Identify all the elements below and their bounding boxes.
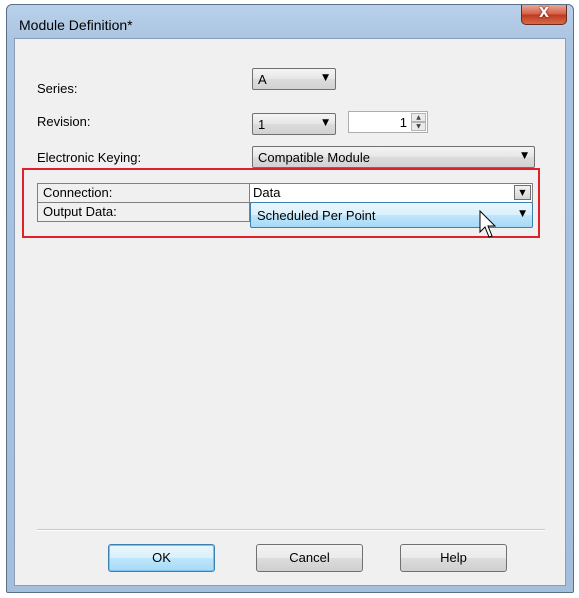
- help-button[interactable]: Help: [400, 544, 507, 572]
- cancel-button[interactable]: Cancel: [256, 544, 363, 572]
- electronic-keying-label: Electronic Keying:: [37, 150, 142, 165]
- revision-major-value: 1: [258, 117, 266, 132]
- close-button[interactable]: X: [521, 5, 567, 25]
- series-value: A: [258, 72, 267, 87]
- revision-minor-value: 1: [399, 115, 407, 130]
- chevron-down-icon: ▼: [322, 118, 329, 128]
- electronic-keying-dropdown[interactable]: Compatible Module ▼: [252, 146, 535, 168]
- spinner-buttons: ▲ ▼: [411, 113, 426, 131]
- revision-label: Revision:: [37, 114, 91, 129]
- button-separator: [37, 529, 545, 531]
- spin-down-icon[interactable]: ▼: [411, 122, 426, 131]
- dialog-client-area: Series: A ▼ Revision: 1 ▼ 1 ▲ ▼ Electron…: [14, 38, 566, 586]
- title-bar[interactable]: Module Definition* X: [7, 5, 573, 41]
- ok-button[interactable]: OK: [108, 544, 215, 572]
- dialog-title: Module Definition*: [19, 17, 133, 33]
- close-icon: X: [538, 6, 550, 21]
- spin-up-icon[interactable]: ▲: [411, 113, 426, 122]
- series-label: Series:: [37, 81, 78, 96]
- mouse-cursor-icon: [479, 210, 497, 238]
- revision-major-dropdown[interactable]: 1 ▼: [252, 113, 336, 135]
- revision-minor-spinner[interactable]: 1 ▲ ▼: [348, 111, 428, 133]
- series-dropdown[interactable]: A ▼: [252, 68, 336, 90]
- module-definition-dialog: Module Definition* X Series: A ▼ Revisio…: [6, 4, 574, 593]
- chevron-down-icon: ▼: [521, 151, 528, 161]
- annotation-highlight-box: [22, 168, 540, 238]
- chevron-down-icon: ▼: [322, 73, 329, 83]
- electronic-keying-value: Compatible Module: [258, 150, 371, 165]
